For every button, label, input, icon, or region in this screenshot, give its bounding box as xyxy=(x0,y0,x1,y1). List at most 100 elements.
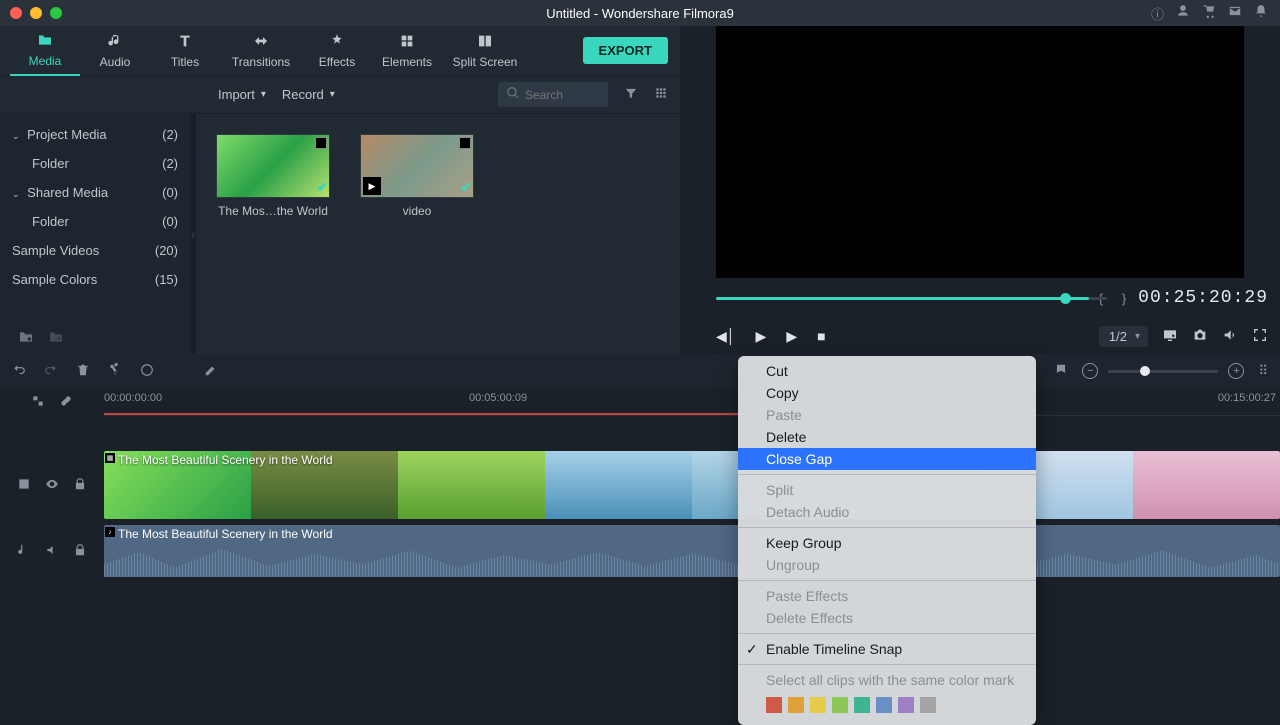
preview-viewport[interactable] xyxy=(716,26,1244,278)
mute-icon[interactable] xyxy=(45,543,59,560)
add-track-icon[interactable] xyxy=(31,394,45,411)
adjust-button[interactable] xyxy=(172,363,186,380)
ctx-enable-snap[interactable]: ✓Enable Timeline Snap xyxy=(738,638,1036,660)
notify-icon[interactable] xyxy=(1254,4,1268,23)
sidebar-folder-1[interactable]: Folder (2) xyxy=(0,149,190,178)
sidebar-folder-2[interactable]: Folder (0) xyxy=(0,207,190,236)
audio-clip[interactable]: ♪ The Most Beautiful Scenery in the Worl… xyxy=(104,525,1280,577)
zoom-in-button[interactable]: + xyxy=(1228,363,1244,379)
color-mark-teal[interactable] xyxy=(854,697,870,713)
check-icon: ✔ xyxy=(460,179,472,196)
tab-media[interactable]: Media xyxy=(10,26,80,76)
preview-quality-select[interactable]: 1/2 ▾ xyxy=(1099,326,1148,347)
cart-icon[interactable] xyxy=(1202,4,1216,23)
grid-view-icon[interactable] xyxy=(654,86,668,103)
sample-videos-count: (20) xyxy=(155,243,178,258)
project-media-count: (2) xyxy=(162,127,178,142)
color-mark-row xyxy=(738,691,1036,721)
import-dropdown[interactable]: Import ▾ xyxy=(218,87,266,102)
ruler-tick: 00:15:00:27 xyxy=(1218,392,1276,404)
filter-icon[interactable] xyxy=(624,86,638,103)
color-mark-blue[interactable] xyxy=(876,697,892,713)
lock-icon[interactable] xyxy=(73,543,87,560)
stop-button[interactable]: ■ xyxy=(817,328,825,344)
elements-icon xyxy=(399,33,415,53)
media-sidebar: ⌄ Project Media (2) Folder (2) ⌄ Shared … xyxy=(0,114,190,354)
delete-button[interactable] xyxy=(76,363,90,380)
zoom-slider[interactable] xyxy=(1108,370,1218,373)
timeline-ruler[interactable]: 00:00:00:00 00:05:00:09 00:15:00:27 xyxy=(104,388,1280,416)
sidebar-sample-colors[interactable]: Sample Colors (15) xyxy=(0,265,190,294)
sidebar-sample-videos[interactable]: Sample Videos (20) xyxy=(0,236,190,265)
export-button[interactable]: EXPORT xyxy=(583,37,668,64)
check-icon: ✓ xyxy=(746,641,758,658)
sidebar-project-media[interactable]: ⌄ Project Media (2) xyxy=(0,120,190,149)
sidebar-shared-media[interactable]: ⌄ Shared Media (0) xyxy=(0,178,190,207)
play-button[interactable]: ▶ xyxy=(756,328,767,345)
link-icon[interactable] xyxy=(59,394,73,411)
ctx-ungroup: Ungroup xyxy=(738,554,1036,576)
visibility-icon[interactable] xyxy=(45,477,59,494)
edit-button[interactable] xyxy=(204,363,218,380)
ctx-copy[interactable]: Copy xyxy=(738,382,1036,404)
shared-media-label: Shared Media xyxy=(27,185,108,200)
speed-button[interactable] xyxy=(140,363,154,380)
ctx-cut[interactable]: Cut xyxy=(738,360,1036,382)
undo-button[interactable] xyxy=(12,363,26,380)
marker-button[interactable] xyxy=(1054,363,1068,380)
ctx-detach-audio: Detach Audio xyxy=(738,501,1036,523)
mail-icon[interactable] xyxy=(1228,4,1242,23)
info-icon[interactable]: ⓘ xyxy=(1151,4,1164,23)
prev-frame-button[interactable]: ◀│ xyxy=(716,328,736,345)
delete-folder-icon[interactable] xyxy=(48,329,64,348)
ctx-keep-group[interactable]: Keep Group xyxy=(738,532,1036,554)
ctx-delete[interactable]: Delete xyxy=(738,426,1036,448)
new-folder-icon[interactable] xyxy=(18,329,34,348)
color-mark-yellow[interactable] xyxy=(810,697,826,713)
tab-audio[interactable]: Audio xyxy=(80,26,150,76)
account-icon[interactable] xyxy=(1176,4,1190,23)
timeline-toolbar: − + ⠿ xyxy=(0,354,1280,388)
clip-type-icon: ♪ xyxy=(105,527,115,537)
audio-track-icon[interactable] xyxy=(17,543,31,560)
tab-elements[interactable]: Elements xyxy=(372,26,442,76)
color-mark-orange[interactable] xyxy=(788,697,804,713)
tab-elements-label: Elements xyxy=(382,55,432,69)
media-grid: ✔ The Mos…the World ▶ ✔ video xyxy=(196,114,680,354)
media-clip-1[interactable]: ✔ The Mos…the World xyxy=(216,134,330,218)
display-settings-icon[interactable] xyxy=(1162,327,1178,346)
tab-transitions[interactable]: Transitions xyxy=(220,26,302,76)
split-button[interactable] xyxy=(108,363,122,380)
snapshot-icon[interactable] xyxy=(1192,327,1208,346)
play-forward-button[interactable]: ▶ xyxy=(786,328,797,345)
media-clip-2[interactable]: ▶ ✔ video xyxy=(360,134,474,218)
film-track-icon[interactable] xyxy=(17,477,31,494)
color-mark-red[interactable] xyxy=(766,697,782,713)
redo-button[interactable] xyxy=(44,363,58,380)
search-input[interactable] xyxy=(525,88,605,102)
timeline-settings-icon[interactable]: ⠿ xyxy=(1258,363,1268,379)
color-mark-gray[interactable] xyxy=(920,697,936,713)
volume-icon[interactable] xyxy=(1222,327,1238,346)
tab-splitscreen[interactable]: Split Screen xyxy=(442,26,528,76)
fullscreen-icon[interactable] xyxy=(1252,327,1268,346)
zoom-thumb[interactable] xyxy=(1140,366,1150,376)
lock-icon[interactable] xyxy=(73,477,87,494)
ctx-paste-effects: Paste Effects xyxy=(738,585,1036,607)
color-mark-green[interactable] xyxy=(832,697,848,713)
color-mark-purple[interactable] xyxy=(898,697,914,713)
tab-titles[interactable]: Titles xyxy=(150,26,220,76)
ctx-paste: Paste xyxy=(738,404,1036,426)
ctx-separator xyxy=(738,580,1036,581)
zoom-out-button[interactable]: − xyxy=(1082,363,1098,379)
titlebar: Untitled - Wondershare Filmora9 ⓘ xyxy=(0,0,1280,26)
seek-slider[interactable] xyxy=(716,297,1089,300)
ruler-tick: 00:05:00:09 xyxy=(469,392,527,404)
tab-effects[interactable]: Effects xyxy=(302,26,372,76)
seek-thumb[interactable] xyxy=(1060,293,1071,304)
video-clip[interactable]: ▦ The Most Beautiful Scenery in the Worl… xyxy=(104,451,1280,519)
search-input-wrap[interactable] xyxy=(498,82,608,107)
video-clip-label: The Most Beautiful Scenery in the World xyxy=(118,453,333,467)
record-dropdown[interactable]: Record ▾ xyxy=(282,87,335,102)
ctx-close-gap[interactable]: Close Gap xyxy=(738,448,1036,470)
